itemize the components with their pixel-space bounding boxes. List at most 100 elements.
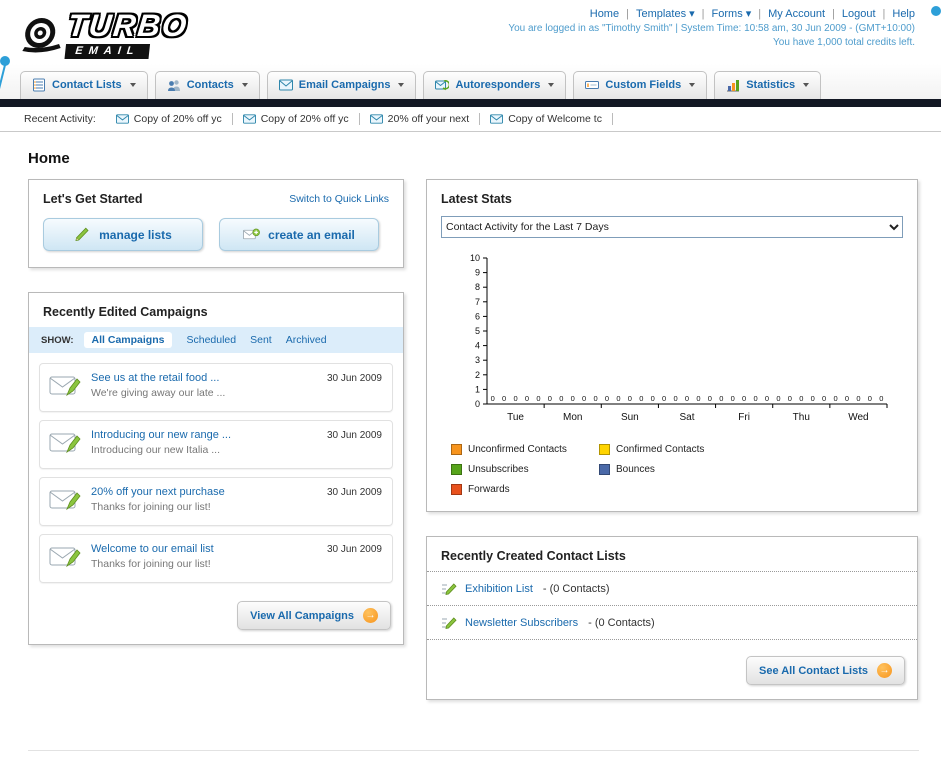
recent-activity-item[interactable]: Copy of 20% off yc [106, 113, 233, 125]
manage-lists-button[interactable]: manage lists [43, 218, 203, 251]
show-label: SHOW: [41, 334, 74, 346]
logo-text-email: EMAIL [64, 43, 151, 59]
main-content: Home Let's Get Started Switch to Quick L… [0, 132, 941, 772]
campaign-subtitle: Thanks for joining our list! [91, 558, 211, 570]
legend-item: Unsubscribes [451, 464, 599, 475]
campaign-date: 30 Jun 2009 [326, 487, 382, 498]
chevron-down-icon [689, 83, 696, 87]
svg-text:0: 0 [571, 394, 575, 403]
svg-text:9: 9 [475, 268, 480, 278]
nav-tab-autoresponders[interactable]: Autoresponders [423, 71, 567, 99]
svg-text:7: 7 [475, 297, 480, 307]
svg-text:0: 0 [868, 394, 872, 403]
campaign-filter-tab[interactable]: All Campaigns [83, 332, 173, 348]
svg-text:0: 0 [593, 394, 597, 403]
header-link[interactable]: Templates ▾ [619, 8, 695, 20]
svg-text:0: 0 [811, 394, 815, 403]
legend-swatch [451, 444, 462, 455]
contact-lists-icon [33, 78, 45, 92]
header-link[interactable]: Home [590, 8, 619, 20]
see-all-contact-lists-button[interactable]: See All Contact Lists → [745, 656, 905, 685]
create-email-button[interactable]: create an email [219, 218, 379, 251]
svg-text:0: 0 [776, 394, 780, 403]
nav-tab-statistics[interactable]: Statistics [714, 71, 822, 99]
email-campaigns-icon [278, 79, 293, 91]
svg-text:0: 0 [673, 394, 677, 403]
nav-tab-custom-fields[interactable]: Custom Fields [573, 71, 708, 99]
latest-stats-title: Latest Stats [441, 192, 512, 206]
legend-label: Unconfirmed Contacts [468, 444, 567, 455]
campaign-filter-tab[interactable]: Sent [250, 334, 272, 346]
logo-snail-icon [22, 18, 61, 53]
svg-text:0: 0 [879, 394, 883, 403]
svg-text:0: 0 [742, 394, 746, 403]
legend-item: Forwards [451, 484, 599, 495]
legend-label: Unsubscribes [468, 464, 529, 475]
stats-period-select[interactable]: Contact Activity for the Last 7 Days [441, 216, 903, 238]
legend-label: Confirmed Contacts [616, 444, 705, 455]
nav-tab-contacts[interactable]: Contacts [154, 71, 260, 99]
svg-text:Thu: Thu [793, 412, 810, 423]
recent-activity-item-label: Copy of 20% off yc [133, 113, 222, 125]
manage-lists-label: manage lists [99, 227, 172, 242]
view-all-campaigns-button[interactable]: View All Campaigns → [237, 601, 391, 630]
nav-tab-email-campaigns[interactable]: Email Campaigns [266, 71, 417, 99]
legend-label: Bounces [616, 464, 655, 475]
svg-text:0: 0 [845, 394, 849, 403]
svg-text:0: 0 [822, 394, 826, 403]
contact-list-item[interactable]: Exhibition List - (0 Contacts) [427, 571, 917, 605]
header-link[interactable]: Forms ▾ [695, 8, 752, 20]
envelope-plus-icon [243, 228, 261, 240]
arrow-right-icon: → [877, 663, 892, 678]
header: TURBO EMAIL HomeTemplates ▾Forms ▾My Acc… [0, 0, 941, 64]
campaign-filter-tab[interactable]: Archived [286, 334, 327, 346]
recent-activity-item[interactable]: 20% off your next [360, 113, 481, 125]
chevron-down-icon [241, 83, 248, 87]
switch-quick-links-link[interactable]: Switch to Quick Links [289, 193, 389, 205]
campaign-filter-tab[interactable]: Scheduled [186, 334, 236, 346]
svg-text:5: 5 [475, 326, 480, 336]
chevron-down-icon [803, 83, 810, 87]
contact-list-link[interactable]: Newsletter Subscribers [465, 617, 578, 629]
see-all-contact-lists-label: See All Contact Lists [758, 664, 868, 677]
recent-activity-item-label: 20% off your next [387, 113, 470, 125]
campaigns-panel: Recently Edited Campaigns SHOW: All Camp… [28, 292, 404, 645]
campaign-filter-tabs: All Campaigns Scheduled Sent Archived [83, 332, 327, 348]
svg-text:Sun: Sun [621, 412, 639, 423]
legend-swatch [451, 484, 462, 495]
svg-text:0: 0 [856, 394, 860, 403]
campaign-item[interactable]: See us at the retail food ... We're givi… [39, 363, 393, 412]
latest-stats-panel: Latest Stats Contact Activity for the La… [426, 179, 918, 512]
main-nav: Contact Lists Contacts Email Campaigns A… [0, 64, 941, 99]
campaign-envelope-pencil-icon [49, 372, 81, 403]
left-column: Let's Get Started Switch to Quick Links … [28, 179, 404, 669]
svg-text:Tue: Tue [507, 412, 524, 423]
svg-text:0: 0 [491, 394, 495, 403]
campaign-item[interactable]: 20% off your next purchase Thanks for jo… [39, 477, 393, 526]
contacts-icon [167, 80, 180, 91]
nav-tab-label: Autoresponders [455, 79, 541, 91]
contact-list-count: - (0 Contacts) [588, 616, 655, 629]
svg-text:0: 0 [536, 394, 540, 403]
view-all-campaigns-label: View All Campaigns [250, 609, 354, 622]
header-link[interactable]: My Account [751, 8, 825, 20]
svg-text:0: 0 [662, 394, 666, 403]
contact-list-link[interactable]: Exhibition List [465, 583, 533, 595]
legend-label: Forwards [468, 484, 510, 495]
header-link[interactable]: Help [876, 8, 915, 20]
svg-text:0: 0 [513, 394, 517, 403]
nav-divider-bar [0, 99, 941, 107]
nav-tab-label: Email Campaigns [298, 79, 391, 91]
svg-text:0: 0 [548, 394, 552, 403]
svg-text:6: 6 [475, 311, 480, 321]
recent-activity-item[interactable]: Copy of 20% off yc [233, 113, 360, 125]
nav-tab-contact-lists[interactable]: Contact Lists [20, 71, 148, 99]
autoresponders-icon [435, 80, 450, 91]
contact-list-item[interactable]: Newsletter Subscribers - (0 Contacts) [427, 605, 917, 639]
header-link[interactable]: Logout [825, 8, 876, 20]
campaign-item[interactable]: Welcome to our email list Thanks for joi… [39, 534, 393, 583]
legend-swatch [599, 444, 610, 455]
recent-activity-item[interactable]: Copy of Welcome tc [480, 113, 613, 125]
campaign-item[interactable]: Introducing our new range ... Introducin… [39, 420, 393, 469]
create-email-label: create an email [268, 227, 355, 242]
